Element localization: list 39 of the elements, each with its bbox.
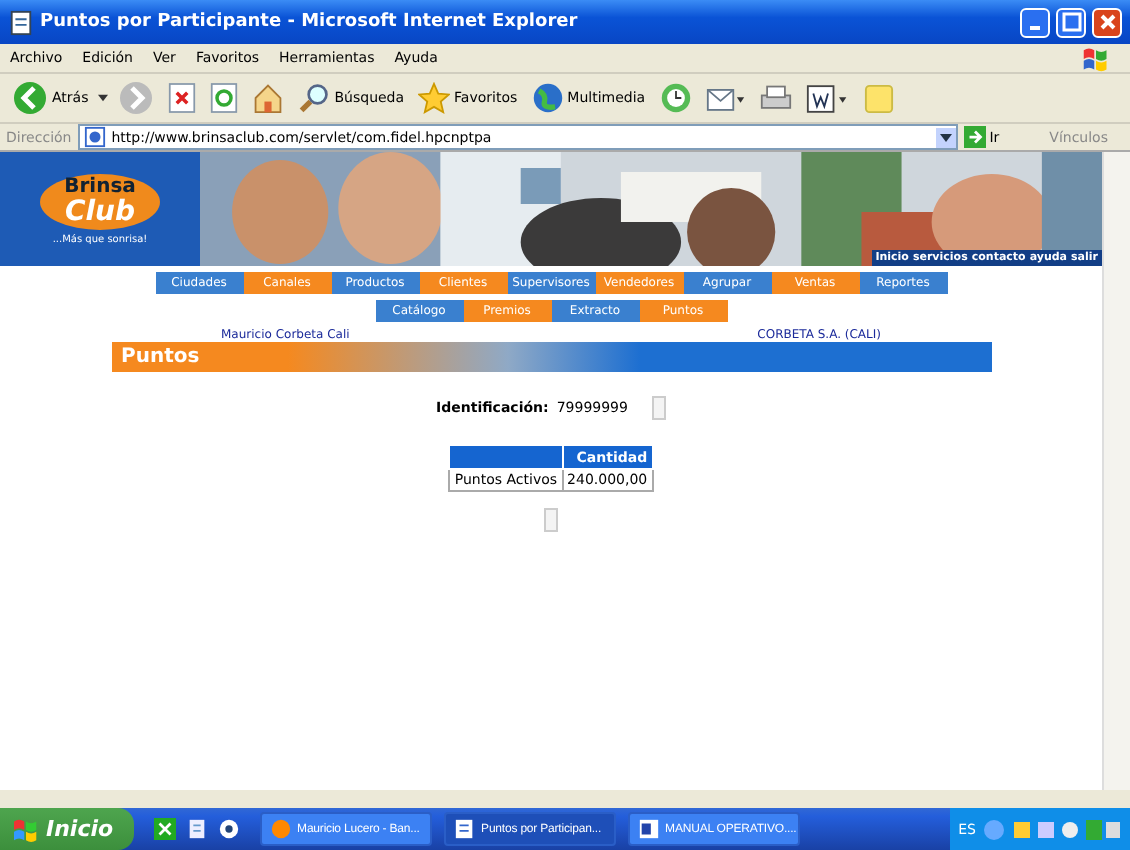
printer-icon [759,83,792,113]
brand-logo[interactable]: Brinsa Club [40,173,160,229]
browser-icon [269,818,292,840]
word-document-icon [805,83,850,113]
maximize-button[interactable] [1056,7,1086,37]
maximize-icon [1061,12,1081,32]
section-header: Puntos [111,342,991,372]
document-icon[interactable] [185,818,208,840]
refresh-icon [210,82,239,114]
clock-icon [659,82,692,114]
column-header [449,445,563,469]
spreadsheet-icon[interactable] [153,818,176,840]
star-icon [418,82,451,114]
print-button[interactable] [755,83,796,113]
globe-icon [531,82,564,114]
dropdown-arrow-icon[interactable] [935,127,956,147]
windows-flag-icon [1082,45,1110,71]
mail-button[interactable] [701,83,750,113]
stop-button[interactable] [164,82,201,114]
minimize-icon [1030,26,1040,30]
window-title: Puntos por Participante - Microsoft Internet Explorer [40,12,580,32]
page-icon [453,818,476,840]
caret-icon[interactable] [98,94,109,102]
close-icon [1097,12,1117,32]
page-icon [8,9,34,35]
stop-icon [168,82,197,114]
note-icon [863,83,894,113]
media-player-icon[interactable] [217,818,240,840]
mail-icon [705,83,746,113]
search-icon [298,82,331,114]
home-icon [252,82,285,114]
refresh-button[interactable] [206,82,243,114]
start-button[interactable]: Inicio [0,808,134,850]
tray-icons-drawing[interactable] [982,817,1122,841]
scrollbar[interactable] [1102,152,1130,790]
close-button[interactable] [1092,7,1122,37]
minimize-button[interactable] [1020,7,1050,37]
windows-flag-icon [12,817,40,841]
document-icon [637,818,660,840]
